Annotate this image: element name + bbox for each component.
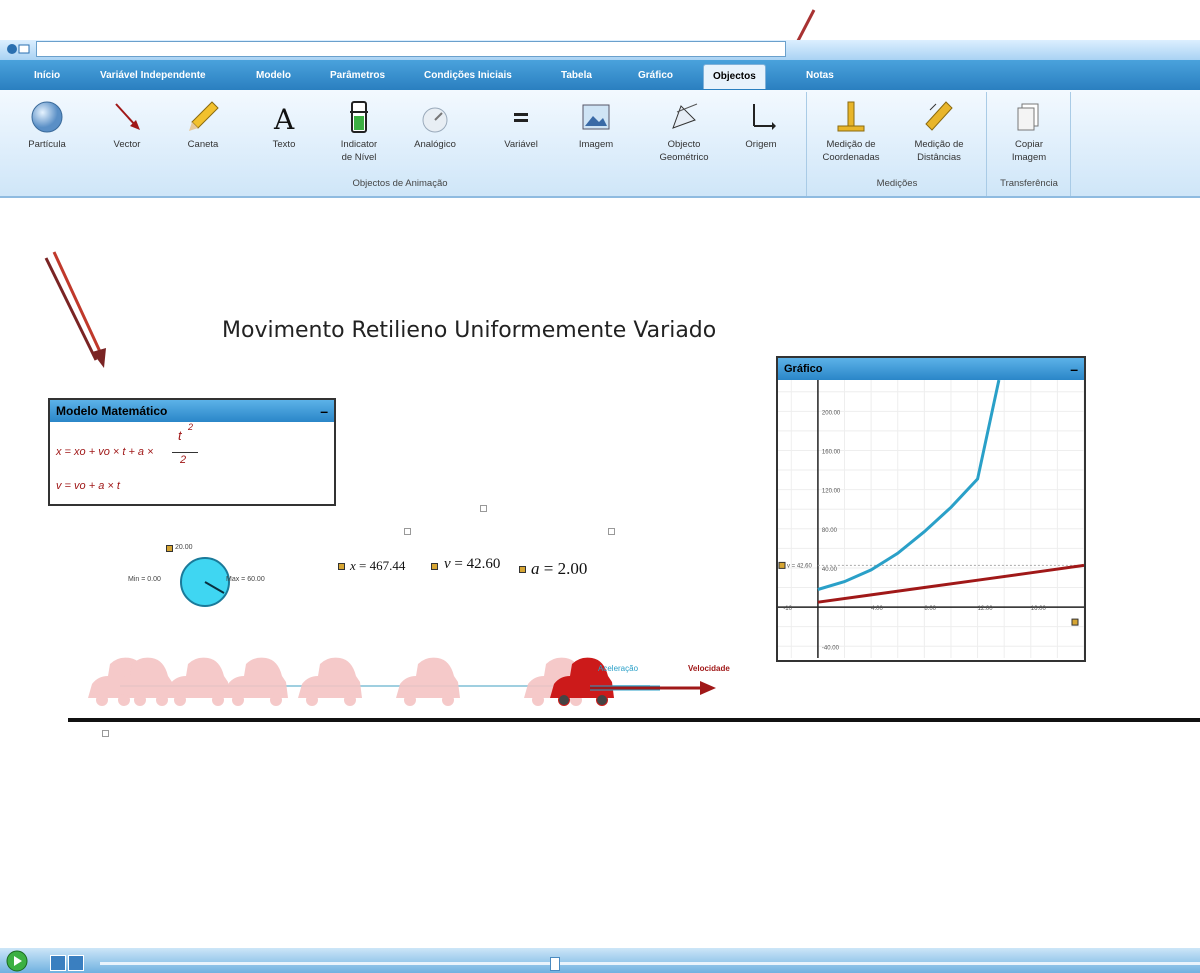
model-panel-header: Modelo Matemático –	[50, 400, 334, 422]
copy-image-icon	[1017, 103, 1039, 131]
x-tick-label: -10	[783, 606, 792, 612]
title-input[interactable]	[36, 41, 786, 57]
y-tick-label: 160.00	[822, 449, 841, 455]
x-tick-label: 8.00	[924, 606, 936, 612]
vector-button[interactable]: Vector	[92, 96, 162, 151]
y-tick-label: 200.00	[822, 410, 841, 416]
distance-measure-icon	[925, 101, 953, 131]
image-icon	[582, 104, 610, 130]
v-marker-label: v = 42.60	[787, 563, 813, 569]
y-tick-label: -40.00	[822, 645, 840, 651]
y-tick-label: 40.00	[822, 567, 838, 573]
x-variable: x = 467.44	[350, 558, 406, 573]
origin-icon	[753, 104, 776, 130]
v-variable-checkbox[interactable]	[431, 563, 438, 570]
equation-numerator: t	[178, 428, 182, 443]
model-panel-minimize-button[interactable]: –	[320, 400, 328, 422]
tab-parametros[interactable]: Parâmetros	[330, 70, 385, 81]
fraction-bar	[172, 452, 198, 453]
x-marker-checkbox	[1071, 618, 1079, 626]
equation-velocity: v = vo + a × t	[56, 480, 120, 492]
equation-denominator: 2	[180, 454, 187, 466]
simulation-title: Movimento Retilieno Uniformemente Variad…	[222, 318, 717, 343]
time-slider-thumb[interactable]	[550, 957, 560, 971]
text-icon: A	[273, 103, 295, 134]
velocity-label: Velocidade	[688, 664, 730, 673]
handle[interactable]	[102, 730, 109, 737]
step-back-button[interactable]	[50, 955, 66, 971]
level-indicator-icon	[350, 101, 368, 133]
pencil-icon	[189, 101, 219, 131]
variable-icon	[514, 113, 528, 122]
v-variable: v = 42.60	[444, 556, 501, 572]
tab-inicio[interactable]: Início	[34, 70, 60, 81]
group-label-medicoes: Medições	[876, 178, 918, 189]
geometric-object-button[interactable]: Objecto Geométrico	[649, 96, 719, 164]
tab-notas[interactable]: Notas	[806, 70, 834, 81]
gauge-value: 20.00	[175, 544, 193, 551]
gauge-max: Max = 60.00	[226, 576, 265, 583]
origin-button[interactable]: Origem	[726, 96, 796, 151]
analog-gauge-icon	[422, 107, 448, 133]
v-marker-checkbox	[778, 561, 786, 569]
model-panel[interactable]: Modelo Matemático – x = xo + vo × t + a …	[48, 398, 336, 506]
image-button[interactable]: Imagem	[561, 96, 631, 151]
tab-modelo[interactable]: Modelo	[256, 70, 291, 81]
copy-image-button[interactable]: Copiar Imagem	[994, 96, 1064, 164]
handle[interactable]	[608, 528, 615, 535]
equation-exponent: 2	[188, 422, 194, 432]
analog-gauge[interactable]	[178, 555, 232, 609]
geometric-object-icon	[672, 103, 698, 129]
acceleration-label: Aceleração	[598, 664, 639, 673]
play-icon[interactable]	[6, 950, 28, 972]
y-tick-label: 80.00	[822, 528, 838, 534]
group-label-transferencia: Transferência	[1000, 178, 1058, 189]
graph-panel[interactable]: Gráfico – 200.00 160.00 120.00 80.00 40.00 -4…	[776, 356, 1086, 662]
step-forward-button[interactable]	[68, 955, 84, 971]
level-indicator-button[interactable]: Indicator de Nível	[324, 96, 394, 164]
distance-measure-button[interactable]: Medição de Distâncias	[904, 96, 974, 164]
coordinate-measure-button[interactable]: Medição de Coordenadas	[816, 96, 886, 164]
variable-button[interactable]: Variável	[486, 96, 556, 151]
graph-chart[interactable]: 200.00 160.00 120.00 80.00 40.00 -40.00 -10 4.0…	[778, 379, 1085, 658]
tab-tabela[interactable]: Tabela	[561, 70, 592, 81]
equation-position: x = xo + vo × t + a ×	[56, 446, 154, 458]
x-tick-label: 16.00	[1031, 606, 1047, 612]
annotation-arrow-left	[44, 251, 106, 368]
analog-gauge-button[interactable]: Analógico	[400, 96, 470, 151]
handle[interactable]	[480, 505, 487, 512]
tab-grafico[interactable]: Gráfico	[638, 70, 673, 81]
pencil-button[interactable]: Caneta	[168, 96, 238, 151]
tab-variavel-independente[interactable]: Variável Independente	[100, 70, 206, 81]
x-tick-label: 4.00	[871, 606, 883, 612]
coordinate-measure-icon	[837, 101, 865, 132]
graph-panel-title: Gráfico	[784, 363, 823, 375]
model-panel-title: Modelo Matemático	[56, 404, 168, 418]
text-button[interactable]: A Texto	[249, 96, 319, 151]
particle-icon	[31, 101, 63, 133]
gauge-checkbox[interactable]	[166, 545, 173, 552]
a-variable: a = 2.00	[531, 559, 588, 578]
gauge-min: Min = 0.00	[128, 576, 161, 583]
group-label-animacao: Objectos de Animação	[352, 178, 448, 189]
app-icon	[7, 44, 30, 54]
particle-button[interactable]: Partícula	[12, 96, 82, 151]
handle[interactable]	[404, 528, 411, 535]
y-tick-label: 120.00	[822, 489, 841, 495]
x-tick-label: 12.00	[978, 606, 994, 612]
tab-objectos[interactable]: Objectos	[703, 64, 766, 89]
playback-bar	[0, 948, 1200, 973]
vector-icon	[115, 103, 140, 130]
graph-panel-minimize-button[interactable]: –	[1070, 358, 1078, 380]
tab-condicoes-iniciais[interactable]: Condições Iniciais	[424, 70, 512, 81]
x-variable-checkbox[interactable]	[338, 563, 345, 570]
graph-panel-header: Gráfico –	[778, 358, 1084, 380]
a-variable-checkbox[interactable]	[519, 566, 526, 573]
svg-text:A: A	[273, 103, 295, 134]
time-slider-track[interactable]	[100, 962, 1200, 965]
